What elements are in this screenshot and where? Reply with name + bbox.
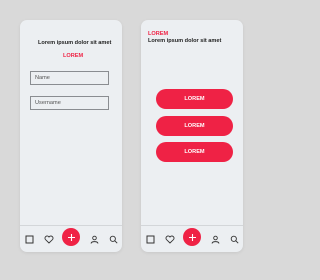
- plus-icon: [67, 233, 75, 241]
- lorem-button-2[interactable]: LOREM: [156, 116, 233, 136]
- search-icon[interactable]: [229, 234, 239, 244]
- name-field[interactable]: [30, 71, 109, 85]
- screen-heading: Lorem ipsum dolor sit amet: [148, 38, 222, 44]
- accent-title: LOREM: [148, 31, 169, 37]
- plus-icon: [188, 233, 196, 241]
- tab-bar: [20, 225, 122, 252]
- username-field[interactable]: [30, 96, 109, 110]
- square-icon[interactable]: [24, 234, 34, 244]
- login-screen: Lorem ipsum dolor sit amet LOREM: [20, 20, 122, 252]
- user-icon[interactable]: [89, 234, 99, 244]
- search-icon[interactable]: [108, 234, 118, 244]
- menu-screen: LOREM Lorem ipsum dolor sit amet LOREM L…: [141, 20, 243, 252]
- heart-icon[interactable]: [44, 234, 54, 244]
- tab-bar: [141, 225, 243, 252]
- lorem-button-1[interactable]: LOREM: [156, 89, 233, 109]
- user-icon[interactable]: [210, 234, 220, 244]
- screen-heading: Lorem ipsum dolor sit amet: [38, 40, 112, 46]
- square-icon[interactable]: [145, 234, 155, 244]
- accent-title: LOREM: [63, 53, 84, 59]
- lorem-button-3[interactable]: LOREM: [156, 142, 233, 162]
- add-button[interactable]: [62, 228, 80, 246]
- heart-icon[interactable]: [165, 234, 175, 244]
- add-button[interactable]: [183, 228, 201, 246]
